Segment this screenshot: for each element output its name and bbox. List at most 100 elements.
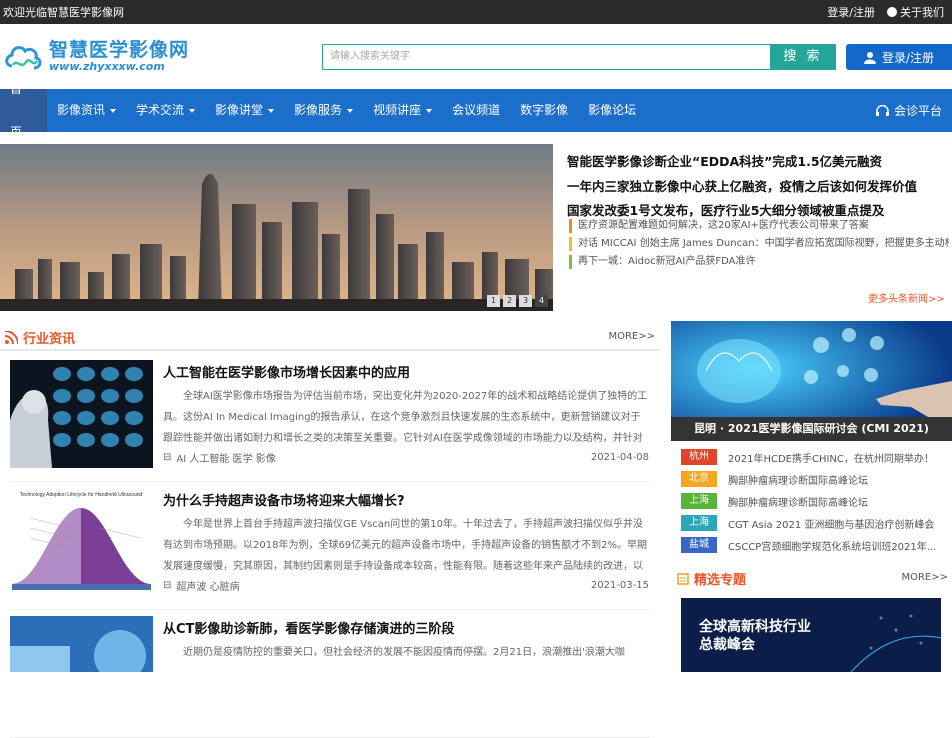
info-icon	[887, 7, 897, 17]
event-title[interactable]: CSCCP宫颈细胞学规范化系统培训班2021年...	[728, 538, 950, 553]
banner-page-button[interactable]: 2	[503, 295, 516, 307]
adoption-curve-image: Technology Adoption Lifecycle for Handhe…	[10, 488, 153, 596]
chevron-down-icon	[189, 108, 196, 113]
event-item[interactable]: 盐城 CSCCP宫颈细胞学规范化系统培训班2021年...	[681, 534, 952, 556]
logo-url: www.zhyxxxw.com	[49, 60, 165, 73]
nav-news[interactable]: 影像资讯	[47, 89, 126, 132]
section-more-link[interactable]: MORE>>	[608, 331, 655, 342]
search-input[interactable]: 请输入搜索关键字	[322, 44, 771, 70]
consult-platform-link[interactable]: 会诊平台	[875, 89, 942, 132]
subnews-link[interactable]: 医疗资源配置难题如何解决，这20家AI+医疗代表公司带来了答案	[569, 219, 949, 233]
nav-forum[interactable]: 影像论坛	[578, 89, 646, 132]
welcome-text: 欢迎光临智慧医学影像网	[3, 6, 124, 19]
event-title[interactable]: 胸部肿瘤病理诊断国际高峰论坛	[728, 494, 950, 509]
nav-academic[interactable]: 学术交流	[126, 89, 205, 132]
industry-news-header: 行业资讯 MORE>>	[0, 321, 660, 351]
event-item[interactable]: 杭州 2021年HCDE携手CHINC，在杭州同期举办！	[681, 446, 952, 468]
article-thumbnail[interactable]: Technology Adoption Lifecycle for Handhe…	[10, 488, 153, 596]
chevron-down-icon	[268, 108, 275, 113]
nav-label: 视频讲座	[373, 103, 422, 117]
tag-list[interactable]: 超声波 心脏病	[176, 578, 239, 593]
event-city-badge: 盐城	[681, 537, 717, 553]
event-item[interactable]: 上海 胸部肿瘤病理诊断国际高峰论坛	[681, 490, 952, 512]
section-title: 行业资讯	[23, 332, 76, 347]
headline-link[interactable]: 一年内三家独立影像中心获上亿融资，疫情之后该如何发挥价值	[567, 175, 947, 200]
tag-icon: ⊟	[163, 452, 172, 463]
chevron-down-icon	[347, 108, 354, 113]
login-button[interactable]: 登录/注册	[846, 44, 952, 70]
article-title[interactable]: 人工智能在医学影像市场增长因素中的应用	[163, 362, 410, 381]
consult-label: 会诊平台	[893, 104, 942, 118]
tag-list[interactable]: AI 人工智能 医学 影像	[176, 450, 275, 465]
featured-header: 精选专题 MORE>>	[671, 566, 952, 590]
about-link[interactable]: 关于我们	[887, 4, 944, 20]
logo-title: 智慧医学影像网	[49, 39, 190, 61]
thumb-chart-title: Technology Adoption Lifecycle for Handhe…	[20, 492, 143, 498]
featured-more-link[interactable]: MORE>>	[901, 572, 948, 583]
nav-digital[interactable]: 数字影像	[510, 89, 578, 132]
rss-icon	[5, 331, 18, 344]
subnews-link[interactable]: 对话 MICCAI 创始主席 James Duncan：中国学者应拓宽国际视野，…	[569, 237, 949, 251]
event-title[interactable]: 胸部肿瘤病理诊断国际高峰论坛	[728, 472, 950, 487]
article-summary: 今年是世界上首台手持超声波扫描仪GE Vscan问世的第10年。十年过去了，手持…	[163, 519, 648, 572]
main-nav: 首 页 影像资讯 学术交流 影像讲堂 影像服务 视频讲座 会议频道 数字影像 影…	[0, 82, 952, 139]
article-tags: ⊟ 超声波 心脏病	[163, 578, 240, 593]
headline-list: 智能医学影像诊断企业“EDDA科技”完成1.5亿美元融资 一年内三家独立影像中心…	[567, 150, 947, 224]
event-list: 杭州 2021年HCDE携手CHINC，在杭州同期举办！ 北京 胸部肿瘤病理诊断国际…	[681, 446, 952, 556]
tag-icon: ⊟	[163, 580, 172, 591]
chevron-down-icon	[426, 108, 433, 113]
banner-page-button[interactable]: 3	[519, 295, 532, 307]
article-thumbnail[interactable]	[10, 616, 153, 672]
article-summary: 全球AI医学影像市场报告为评估当前市场，突出变化并为2020-2027年的战术和…	[163, 391, 648, 444]
article-item[interactable]: 人工智能在医学影像市场增长因素中的应用 全球AI医学影像市场报告为评估当前市场，…	[10, 360, 650, 482]
event-title[interactable]: CGT Asia 2021 亚洲细胞与基因治疗创新峰会	[728, 516, 950, 531]
featured-banner-title: 全球高新科技行业 总裁峰会	[699, 619, 811, 653]
nav-label: 影像服务	[294, 103, 343, 117]
top-login-link[interactable]: 登录/注册	[827, 4, 875, 20]
article-date: 2021-03-15	[590, 580, 649, 591]
nav-conference[interactable]: 会议频道	[442, 89, 510, 132]
nav-label: 学术交流	[136, 103, 185, 117]
article-title[interactable]: 从CT影像助诊新肺，看医学影像存储演进的三阶段	[163, 618, 454, 637]
article-thumbnail[interactable]	[10, 360, 153, 468]
event-item[interactable]: 上海 CGT Asia 2021 亚洲细胞与基因治疗创新峰会	[681, 512, 952, 534]
headset-icon	[875, 104, 889, 116]
city-skyline-image	[0, 144, 553, 311]
more-news-link[interactable]: 更多头条新闻>>	[868, 290, 945, 305]
nav-label: 影像讲堂	[215, 103, 264, 117]
event-city-badge: 上海	[681, 493, 717, 509]
conference-caption[interactable]: 昆明 · 2021医学影像国际研讨会 (CMI 2021)	[671, 417, 952, 441]
nav-home[interactable]: 首 页	[0, 82, 47, 139]
article-item[interactable]: 从CT影像助诊新肺，看医学影像存储演进的三阶段 近期仍是疫情防控的重要关口，但社…	[10, 616, 650, 738]
article-title[interactable]: 为什么手持超声设备市场将迎来大幅增长?	[163, 490, 405, 509]
nav-lecture[interactable]: 影像讲堂	[205, 89, 284, 132]
featured-banner[interactable]: 全球高新科技行业 总裁峰会	[681, 598, 941, 672]
headline-link[interactable]: 智能医学影像诊断企业“EDDA科技”完成1.5亿美元融资	[567, 150, 947, 175]
book-icon	[677, 572, 689, 585]
user-icon	[863, 51, 876, 64]
chevron-down-icon	[110, 108, 117, 113]
featured-title: 精选专题	[694, 573, 747, 588]
nav-video[interactable]: 视频讲座	[363, 89, 442, 132]
subnews-list: 医疗资源配置难题如何解决，这20家AI+医疗代表公司带来了答案 对话 MICCA…	[569, 219, 949, 273]
banner-page-button[interactable]: 1	[487, 295, 500, 307]
nav-label: 影像资讯	[57, 103, 106, 117]
article-item[interactable]: Technology Adoption Lifecycle for Handhe…	[10, 488, 650, 610]
subnews-link[interactable]: 再下一城：Aidoc新冠AI产品获FDA准许	[569, 255, 949, 269]
top-bar: 欢迎光临智慧医学影像网 登录/注册 关于我们	[0, 0, 952, 24]
nav-service[interactable]: 影像服务	[284, 89, 363, 132]
header: 智慧医学影像网 www.zhyxxxw.com 请输入搜索关键字 搜 索 登录/…	[0, 24, 952, 88]
search-button[interactable]: 搜 索	[770, 44, 836, 70]
banner-pagination: 1 2 3 4	[487, 295, 548, 307]
robot-brain-image	[10, 360, 153, 468]
article-tags: ⊟ AI 人工智能 医学 影像	[163, 450, 276, 465]
banner-slider[interactable]: 1 2 3 4	[0, 144, 553, 311]
event-item[interactable]: 北京 胸部肿瘤病理诊断国际高峰论坛	[681, 468, 952, 490]
banner-page-button-active[interactable]: 4	[535, 295, 548, 307]
event-city-badge: 上海	[681, 515, 717, 531]
ct-scan-image	[10, 616, 153, 672]
event-title[interactable]: 2021年HCDE携手CHINC，在杭州同期举办！	[728, 450, 950, 465]
event-city-badge: 杭州	[681, 449, 717, 465]
login-label: 登录/注册	[881, 50, 935, 65]
article-date: 2021-04-08	[590, 452, 649, 463]
